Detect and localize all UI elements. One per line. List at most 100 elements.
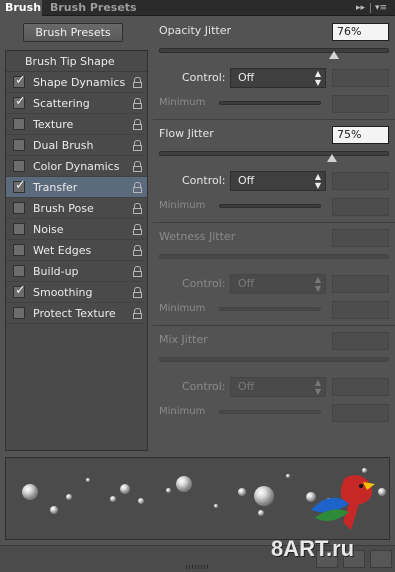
lock-icon[interactable]	[133, 77, 142, 88]
flow-jitter-minimum-slider[interactable]	[219, 204, 321, 208]
option-label: Brush Pose	[33, 202, 94, 215]
mix-jitter-label: Mix Jitter	[159, 333, 208, 346]
option-texture[interactable]: Texture	[6, 114, 147, 135]
flow-jitter-label: Flow Jitter	[159, 127, 214, 140]
preview-bubble	[110, 496, 116, 502]
option-transfer[interactable]: ✓ Transfer	[6, 177, 147, 198]
flow-jitter-slider-thumb[interactable]	[326, 154, 337, 162]
opacity-jitter-minimum-value[interactable]	[332, 95, 389, 113]
lock-icon[interactable]	[133, 308, 142, 319]
preview-bubble	[86, 478, 90, 482]
wet-edges-checkbox[interactable]	[13, 244, 25, 256]
lock-icon[interactable]	[133, 203, 142, 214]
wetness-jitter-control-label: Control:	[182, 277, 226, 290]
opacity-jitter-minimum-slider[interactable]	[219, 101, 321, 105]
opacity-jitter-control-extra	[332, 69, 389, 87]
option-scattering[interactable]: ✓ Scattering	[6, 93, 147, 114]
resize-grip-icon[interactable]	[186, 565, 208, 569]
noise-checkbox[interactable]	[13, 223, 25, 235]
smoothing-checkbox[interactable]: ✓	[13, 283, 26, 298]
section-divider	[153, 325, 395, 326]
opacity-jitter-control-dropdown[interactable]: Off ▲ ▼	[230, 68, 326, 88]
section-divider	[153, 222, 395, 223]
lock-icon[interactable]	[133, 266, 142, 277]
delete-brush-button[interactable]	[370, 550, 392, 568]
control-selected-value: Off	[238, 380, 255, 393]
checkmark-icon: ✓	[15, 178, 26, 193]
lock-icon[interactable]	[133, 119, 142, 130]
preview-bubble	[22, 484, 38, 500]
preview-bubble	[50, 506, 58, 514]
option-wet-edges[interactable]: Wet Edges	[6, 240, 147, 261]
lock-icon[interactable]	[133, 224, 142, 235]
option-label: Texture	[33, 118, 74, 131]
lock-icon[interactable]	[133, 140, 142, 151]
lock-icon[interactable]	[133, 245, 142, 256]
control-selected-value: Off	[238, 277, 255, 290]
scattering-checkbox[interactable]: ✓	[13, 94, 26, 109]
lock-icon[interactable]	[133, 287, 142, 298]
option-label: Build-up	[33, 265, 79, 278]
preview-bubble	[176, 476, 192, 492]
wetness-jitter-control-dropdown: Off ▲ ▼	[230, 274, 326, 294]
option-dual-brush[interactable]: Dual Brush	[6, 135, 147, 156]
opacity-jitter-minimum-label: Minimum	[159, 97, 206, 108]
option-brush-pose[interactable]: Brush Pose	[6, 198, 147, 219]
option-label: Dual Brush	[33, 139, 94, 152]
flow-jitter-value[interactable]: 75%	[332, 126, 389, 144]
checkmark-icon: ✓	[15, 283, 26, 298]
section-divider	[153, 119, 395, 120]
flow-jitter-control-label: Control:	[182, 174, 226, 187]
wetness-jitter-minimum-value	[332, 301, 389, 319]
dual-brush-checkbox[interactable]	[13, 139, 25, 151]
brush-presets-button[interactable]: Brush Presets	[23, 23, 123, 42]
collapse-icon[interactable]: ▸▸	[356, 2, 365, 14]
option-noise[interactable]: Noise	[6, 219, 147, 240]
lock-icon[interactable]	[133, 182, 142, 193]
lock-icon[interactable]	[133, 98, 142, 109]
opacity-jitter-slider-thumb[interactable]	[328, 51, 339, 59]
mix-jitter-control-extra	[332, 378, 389, 396]
protect-texture-checkbox[interactable]	[13, 307, 25, 319]
flow-jitter-minimum-label: Minimum	[159, 200, 206, 211]
wetness-jitter-minimum-label: Minimum	[159, 303, 206, 314]
opacity-jitter-value[interactable]: 76%	[332, 23, 389, 41]
opacity-jitter-label: Opacity Jitter	[159, 24, 232, 37]
option-protect-texture[interactable]: Protect Texture	[6, 303, 147, 324]
tab-brush-presets[interactable]: Brush Presets	[50, 0, 137, 16]
mix-jitter-minimum-value	[332, 404, 389, 422]
flow-jitter-control-extra	[332, 172, 389, 190]
opacity-jitter-slider[interactable]	[159, 48, 389, 53]
mix-jitter-slider	[159, 357, 389, 362]
preview-bubble	[254, 486, 274, 506]
texture-checkbox[interactable]	[13, 118, 25, 130]
transfer-checkbox[interactable]: ✓	[13, 178, 26, 193]
preview-bubble	[166, 488, 171, 493]
checkmark-icon: ✓	[15, 94, 26, 109]
tab-brush[interactable]: Brush	[0, 0, 42, 16]
shape-dynamics-checkbox[interactable]: ✓	[13, 73, 26, 88]
option-smoothing[interactable]: ✓ Smoothing	[6, 282, 147, 303]
brush-pose-checkbox[interactable]	[13, 202, 25, 214]
option-label: Protect Texture	[33, 307, 116, 320]
option-build-up[interactable]: Build-up	[6, 261, 147, 282]
color-dynamics-checkbox[interactable]	[13, 160, 25, 172]
option-shape-dynamics[interactable]: ✓ Shape Dynamics	[6, 72, 147, 93]
flow-jitter-minimum-value[interactable]	[332, 198, 389, 216]
preview-bubble	[120, 484, 130, 494]
preview-bubble	[66, 494, 72, 500]
wetness-jitter-slider	[159, 254, 389, 259]
flow-jitter-control-dropdown[interactable]: Off ▲ ▼	[230, 171, 326, 191]
wetness-jitter-control-extra	[332, 275, 389, 293]
parrot-logo	[311, 475, 375, 530]
stepper-arrows-icon: ▲ ▼	[314, 172, 321, 190]
stepper-arrows-icon: ▲ ▼	[314, 275, 321, 293]
option-label: Shape Dynamics	[33, 76, 126, 89]
lock-icon[interactable]	[133, 161, 142, 172]
flow-jitter-slider[interactable]	[159, 151, 389, 156]
option-color-dynamics[interactable]: Color Dynamics	[6, 156, 147, 177]
build-up-checkbox[interactable]	[13, 265, 25, 277]
brush-tip-shape-item[interactable]: Brush Tip Shape	[6, 51, 147, 72]
panel-menu-icon[interactable]: ▾≡	[375, 2, 387, 14]
option-label: Wet Edges	[33, 244, 92, 257]
